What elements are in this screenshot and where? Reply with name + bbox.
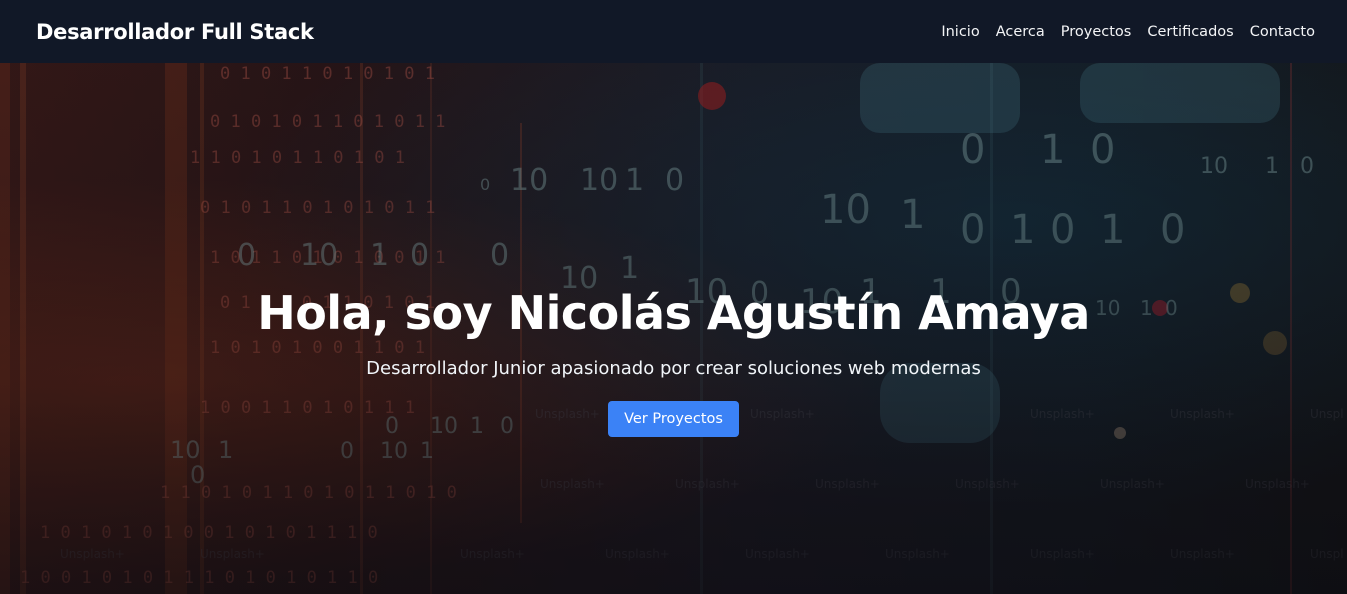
hero-section: 0 1 0 1 1 0 1 0 1 0 1 0 1 0 1 0 1 1 0 1 … [0, 63, 1347, 594]
nav-link-acerca[interactable]: Acerca [996, 24, 1045, 40]
view-projects-button[interactable]: Ver Proyectos [608, 401, 739, 437]
brand-logo-text[interactable]: Desarrollador Full Stack [36, 20, 314, 44]
nav-link-proyectos[interactable]: Proyectos [1061, 24, 1132, 40]
nav-links: Inicio Acerca Proyectos Certificados Con… [941, 24, 1315, 40]
nav-link-contacto[interactable]: Contacto [1250, 24, 1315, 40]
nav-link-inicio[interactable]: Inicio [941, 24, 979, 40]
navbar: Desarrollador Full Stack Inicio Acerca P… [0, 0, 1347, 63]
hero-subtitle: Desarrollador Junior apasionado por crea… [366, 358, 981, 379]
hero-content: Hola, soy Nicolás Agustín Amaya Desarrol… [0, 63, 1347, 594]
hero-title: Hola, soy Nicolás Agustín Amaya [257, 286, 1090, 340]
nav-link-certificados[interactable]: Certificados [1147, 24, 1233, 40]
